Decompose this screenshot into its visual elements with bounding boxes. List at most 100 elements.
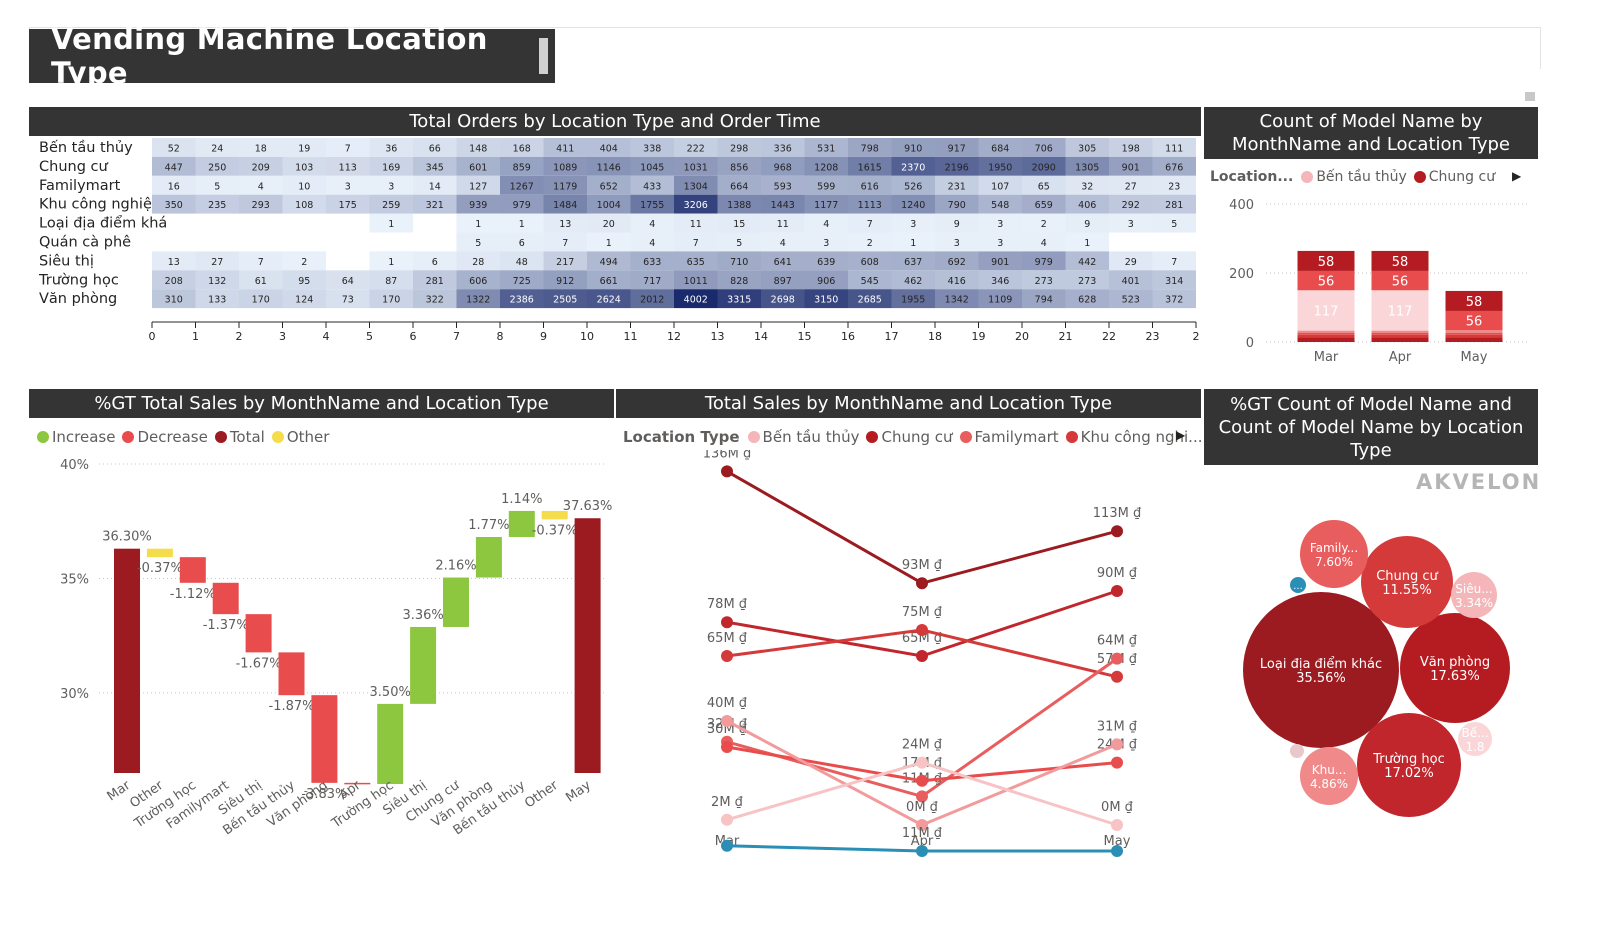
focus-mode-icon[interactable] bbox=[1525, 92, 1535, 101]
heatmap-cell-value: 3 bbox=[388, 181, 394, 192]
stacked-title: Count of Model Name by MonthName and Loc… bbox=[1231, 111, 1511, 155]
waterfall-data-label: 3.36% bbox=[402, 608, 443, 623]
heatmap-chart[interactable]: Bến tầu thủy 52 24 18 19 7 36 66 148 168 411 404 338… bbox=[29, 136, 1229, 346]
heatmap-cell-value: 3 bbox=[823, 238, 829, 249]
heatmap-cell-value: 3150 bbox=[814, 295, 838, 306]
bubble-chart[interactable]: Loại địa điểm khác35.56% Văn phòng17.63% T… bbox=[1204, 500, 1538, 860]
stacked-bar-segment bbox=[1371, 334, 1429, 338]
legend-item[interactable]: Total bbox=[214, 428, 265, 446]
bubble-label: Family... bbox=[1310, 541, 1358, 555]
line-legend-next[interactable]: ▶ bbox=[1176, 428, 1185, 442]
waterfall-data-label: -0.37% bbox=[532, 523, 578, 538]
heatmap-cell-value: 322 bbox=[426, 295, 444, 306]
heatmap-cell-value: 1031 bbox=[684, 162, 708, 173]
waterfall-bar bbox=[311, 695, 338, 783]
waterfall-data-label: 36.30% bbox=[102, 530, 152, 545]
heatmap-cell-value: 338 bbox=[643, 144, 661, 155]
stacked-header: Count of Model Name by MonthName and Loc… bbox=[1204, 107, 1538, 159]
heatmap-cell-value: 706 bbox=[1035, 144, 1053, 155]
line-chart[interactable]: MarAprMay136M ₫93M ₫113M ₫78M ₫65M ₫90M … bbox=[616, 450, 1201, 870]
heatmap-cell-value: 9 bbox=[1084, 219, 1090, 230]
heatmap-cell-value: 411 bbox=[556, 144, 574, 155]
waterfall-bar bbox=[114, 548, 140, 773]
heatmap-cell-value: 2 bbox=[1041, 219, 1047, 230]
line-point bbox=[721, 465, 733, 478]
legend-item[interactable]: Decrease bbox=[122, 428, 208, 446]
stacked-bar-segment bbox=[1297, 337, 1355, 342]
stacked-data-label: 56 bbox=[1318, 275, 1335, 290]
bubble-label: Bế... bbox=[1461, 726, 1488, 740]
heatmap-row-label: Khu công nghiệp bbox=[39, 197, 161, 213]
bubble-pct: 7.60% bbox=[1315, 555, 1353, 569]
waterfall-chart[interactable]: 30%35%40%36.30%Mar-0.37%Other-1.12%Trườn… bbox=[29, 450, 614, 870]
legend-item[interactable]: Bến tầu thủy bbox=[747, 428, 859, 446]
stacked-legend-next[interactable]: ▶ bbox=[1512, 169, 1521, 183]
heatmap-cell-value: 1950 bbox=[988, 162, 1012, 173]
heatmap-cell-value: 1305 bbox=[1075, 162, 1099, 173]
heatmap-cell-value: 7 bbox=[258, 257, 264, 268]
heatmap-cell-value: 433 bbox=[643, 181, 661, 192]
stacked-bar-segment bbox=[1371, 330, 1429, 333]
heatmap-cell-value: 2370 bbox=[901, 162, 925, 173]
heatmap-cell-value: 372 bbox=[1165, 295, 1183, 306]
heatmap-cell-value: 6 bbox=[519, 238, 525, 249]
waterfall-data-label: 1.77% bbox=[468, 518, 509, 533]
legend-item[interactable]: Bến tầu thủy bbox=[1301, 169, 1407, 185]
heatmap-cell-value: 401 bbox=[1122, 276, 1140, 287]
stacked-data-label: 117 bbox=[1388, 304, 1413, 319]
stacked-data-label: 58 bbox=[1318, 255, 1335, 270]
heatmap-cell-value: 111 bbox=[1165, 144, 1183, 155]
bubble-label: Khu... bbox=[1312, 763, 1347, 777]
legend-dot-icon bbox=[959, 431, 972, 443]
line-data-label: 0M ₫ bbox=[906, 800, 939, 815]
legend-dot-icon bbox=[37, 431, 49, 443]
chevron-right-icon[interactable]: ▶ bbox=[1512, 169, 1521, 183]
heatmap-cell-value: 29 bbox=[1125, 257, 1137, 268]
heatmap-tick-label: 2 bbox=[1193, 330, 1200, 343]
legend-dot-icon bbox=[866, 431, 879, 443]
line-point bbox=[1111, 819, 1123, 831]
report-title-box: Vending Machine Location Type bbox=[29, 22, 555, 90]
bubble-label: Văn phòng bbox=[1420, 655, 1490, 670]
line-data-label: 31M ₫ bbox=[1097, 719, 1138, 734]
stacked-chart[interactable]: 0 200 400 117 56 58 Mar 117 56 58 Apr 56 58 May bbox=[1204, 190, 1538, 370]
heatmap-cell-value: 917 bbox=[948, 144, 966, 155]
heatmap-cell-value: 601 bbox=[469, 162, 487, 173]
bubble-pct: 11.55% bbox=[1382, 583, 1432, 598]
heatmap-cell-value: 235 bbox=[208, 200, 226, 211]
heatmap-cell-value: 293 bbox=[252, 200, 270, 211]
heatmap-cell-value: 7 bbox=[1171, 257, 1177, 268]
legend-dot-icon bbox=[214, 431, 227, 443]
legend-item[interactable]: Chung cư bbox=[866, 428, 953, 446]
heatmap-cell-value: 5 bbox=[1171, 219, 1177, 230]
heatmap-cell-value: 9 bbox=[954, 219, 960, 230]
heatmap-tick-label: 5 bbox=[366, 330, 373, 343]
line-legend: Location Type Bến tầu thủy Chung cư Fami… bbox=[623, 428, 1210, 446]
heatmap-cell-value: 13 bbox=[559, 219, 571, 230]
heatmap-cell-value: 346 bbox=[991, 276, 1009, 287]
heatmap-cell-value: 305 bbox=[1078, 144, 1096, 155]
heatmap-cell-value: 170 bbox=[252, 295, 270, 306]
legend-label: Decrease bbox=[137, 428, 208, 446]
waterfall-y-tick: 30% bbox=[60, 687, 89, 702]
heatmap-cell-value: 968 bbox=[774, 162, 792, 173]
legend-item[interactable]: Increase bbox=[37, 428, 115, 446]
line-point bbox=[721, 741, 733, 753]
line-point bbox=[1111, 585, 1123, 597]
stacked-legend: Location... Bến tầu thủy Chung cư bbox=[1210, 169, 1502, 185]
heatmap-cell-value: 7 bbox=[345, 144, 351, 155]
waterfall-data-label: -1.87% bbox=[269, 699, 315, 714]
chevron-right-icon[interactable]: ▶ bbox=[1176, 428, 1185, 442]
legend-item[interactable]: Chung cư bbox=[1413, 169, 1495, 185]
legend-item[interactable]: Other bbox=[271, 428, 329, 446]
heatmap-cell-value: 273 bbox=[1035, 276, 1053, 287]
line-data-label: 24M ₫ bbox=[902, 738, 943, 753]
heatmap-cell-value: 3 bbox=[345, 181, 351, 192]
heatmap-cell-value: 637 bbox=[904, 257, 922, 268]
heatmap-cell-value: 4 bbox=[1041, 238, 1047, 249]
heatmap-tick-label: 2 bbox=[236, 330, 243, 343]
heatmap-cell-value: 906 bbox=[817, 276, 835, 287]
heatmap-cell-value: 124 bbox=[295, 295, 313, 306]
heatmap-cell-value: 250 bbox=[208, 162, 226, 173]
legend-item[interactable]: Familymart bbox=[959, 428, 1059, 446]
